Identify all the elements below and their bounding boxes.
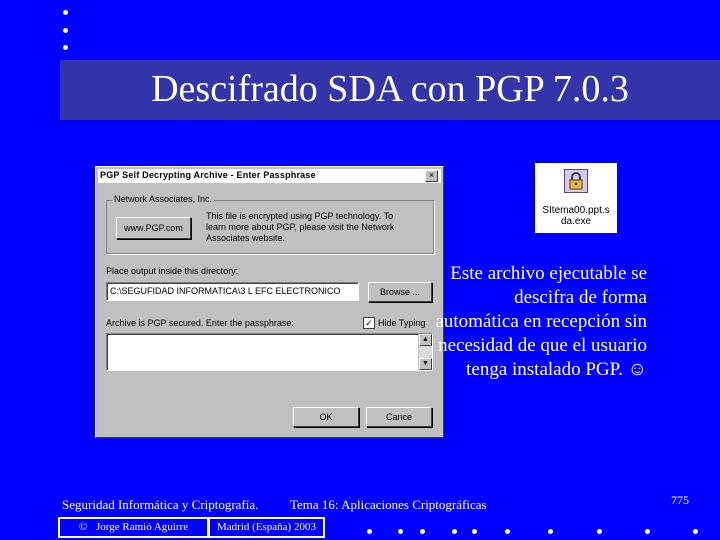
- nav-dot: [420, 529, 425, 534]
- close-icon: ×: [428, 170, 435, 180]
- pgp-website-button[interactable]: www.PGP.com: [116, 217, 191, 239]
- credit-box: © Jorge Ramió Aguirre Madrid (España) 20…: [58, 517, 325, 538]
- footer-course: Seguridad Informática y Criptografía.: [62, 497, 259, 512]
- decor-dot: [63, 45, 68, 50]
- slide-title: Descifrado SDA con PGP 7.0.3: [151, 68, 629, 110]
- hide-typing-label: Hide Typing: [378, 318, 426, 328]
- close-button[interactable]: ×: [425, 170, 438, 182]
- output-dir-label: Place output inside this directory:: [106, 266, 239, 276]
- browse-button[interactable]: Browse ...: [368, 282, 432, 302]
- nav-dot: [367, 529, 372, 534]
- pgp-website-label: www.PGP.com: [124, 223, 183, 233]
- cancel-button[interactable]: Cance: [366, 407, 432, 427]
- nav-dot: [597, 529, 602, 534]
- page-number: 775: [671, 493, 689, 507]
- passphrase-input[interactable]: ▲ ▼: [106, 333, 433, 371]
- hide-typing-checkbox[interactable]: ✓: [363, 317, 375, 329]
- browse-label: Browse ...: [379, 287, 420, 297]
- footer-topic: Tema 16: Aplicaciones Criptográficas: [290, 497, 487, 512]
- credit-author-box: © Jorge Ramió Aguirre: [60, 519, 207, 536]
- dialog-titlebar[interactable]: PGP Self Decrypting Archive - Enter Pass…: [98, 169, 441, 183]
- group-label: Network Associates, Inc.: [112, 194, 215, 204]
- file-name-label: SItema00.ppt.s da.exe: [542, 205, 610, 227]
- nav-dot: [472, 529, 477, 534]
- pgp-sda-dialog: PGP Self Decrypting Archive - Enter Pass…: [95, 166, 444, 438]
- output-dir-value: C:\SEGUFIDAD INFORMATICA\3 L EFC ELECTRO…: [110, 286, 341, 296]
- lock-file-icon: [564, 169, 588, 193]
- credit-place: Madrid (España) 2003: [210, 519, 323, 536]
- slide-description: Este archivo ejecutable se descifra de f…: [435, 263, 647, 380]
- nav-dot: [505, 529, 510, 534]
- nav-dot: [693, 529, 698, 534]
- info-text: This file is encrypted using PGP technol…: [206, 211, 395, 243]
- nav-dot: [645, 529, 650, 534]
- nav-dot: [398, 529, 403, 534]
- decor-dot: [63, 10, 68, 15]
- ok-label: OK: [319, 412, 333, 422]
- decor-dot: [63, 28, 68, 33]
- dialog-title: PGP Self Decrypting Archive - Enter Pass…: [100, 170, 316, 180]
- sda-file-icon[interactable]: SItema00.ppt.s da.exe: [535, 163, 617, 233]
- nav-dot: [548, 529, 553, 534]
- ok-button[interactable]: OK: [293, 407, 359, 427]
- title-band: Descifrado SDA con PGP 7.0.3: [60, 60, 720, 120]
- nav-dot: [452, 529, 457, 534]
- cancel-label: Cance: [385, 412, 412, 422]
- copyright-icon: ©: [78, 521, 88, 533]
- output-dir-input[interactable]: C:\SEGUFIDAD INFORMATICA\3 L EFC ELECTRO…: [106, 282, 359, 301]
- passphrase-label: Archive is PGP secured. Enter the passph…: [106, 318, 294, 328]
- credit-author: Jorge Ramió Aguirre: [96, 521, 189, 533]
- check-icon: ✓: [365, 318, 373, 328]
